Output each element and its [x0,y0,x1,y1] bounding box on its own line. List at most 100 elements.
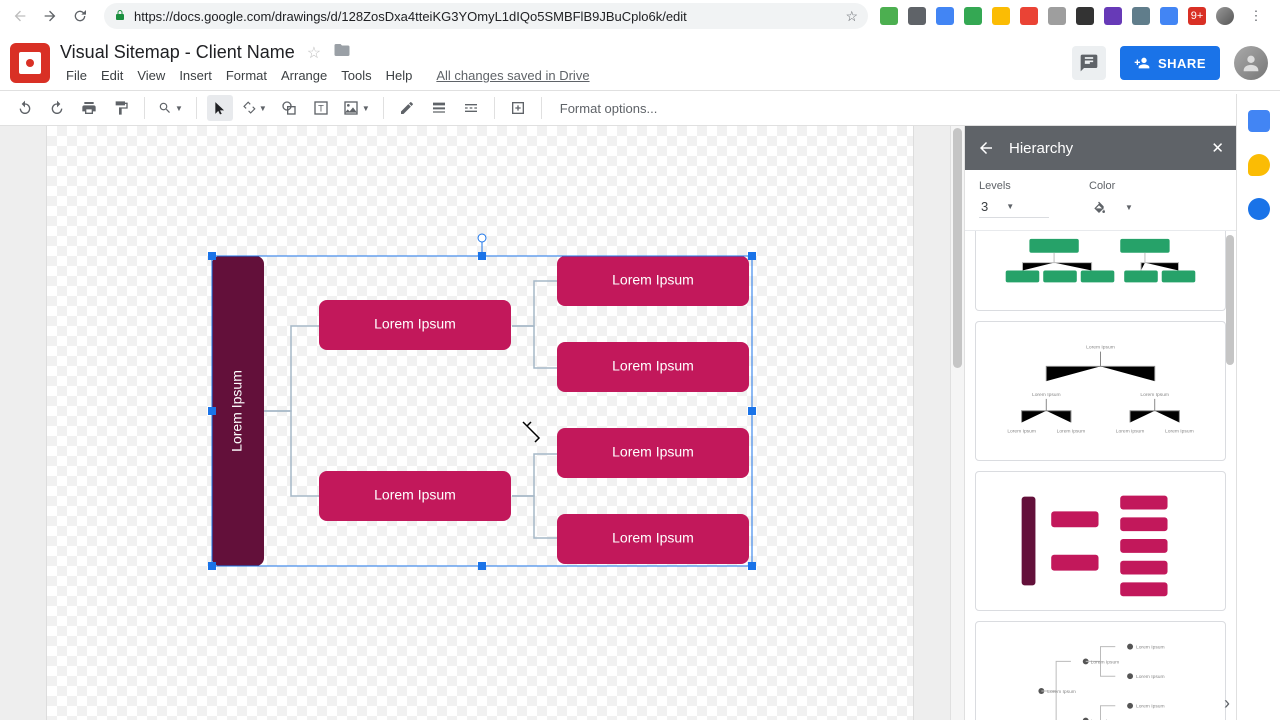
share-button[interactable]: SHARE [1120,46,1220,80]
levels-label: Levels [979,180,1049,192]
menu-format[interactable]: Format [220,66,273,85]
lock-icon [114,9,126,24]
account-avatar[interactable] [1234,46,1268,80]
zoom-button[interactable]: ▼ [155,95,186,121]
share-label: SHARE [1158,56,1206,71]
keep-icon[interactable] [1248,154,1270,176]
svg-text:T: T [318,103,324,113]
extension-icon[interactable] [992,7,1010,25]
line-weight-button[interactable] [426,95,452,121]
browser-menu-button[interactable]: ⋮ [1244,4,1268,28]
select-tool-button[interactable] [207,95,233,121]
image-button[interactable]: ▼ [340,95,373,121]
menu-bar: File Edit View Insert Format Arrange Too… [60,66,1062,85]
panel-title: Hierarchy [1009,140,1073,157]
svg-text:Lorem Ipsum: Lorem Ipsum [1007,428,1036,434]
shape-tool-button[interactable] [276,95,302,121]
extension-icon[interactable] [1076,7,1094,25]
color-label: Color [1089,180,1133,192]
extension-icon[interactable] [1132,7,1150,25]
folder-icon[interactable] [333,41,351,64]
hierarchy-panel: Hierarchy ✕ Levels 3▼ Color ▼ Lorem Ipsu… [964,126,1236,720]
menu-view[interactable]: View [131,66,171,85]
extension-icon[interactable] [1048,7,1066,25]
panel-back-button[interactable] [977,139,995,157]
line-color-button[interactable] [394,95,420,121]
tasks-icon[interactable] [1248,198,1270,220]
calendar-icon[interactable] [1248,110,1270,132]
svg-text:Lorem Ipsum: Lorem Ipsum [1136,645,1165,651]
color-select[interactable]: ▼ [1089,196,1133,218]
shape-m1-text: Lorem Ipsum [374,316,456,332]
template-thumb[interactable] [975,231,1226,311]
line-dash-button[interactable] [458,95,484,121]
format-options-button[interactable]: Format options... [552,101,666,116]
panel-next-button[interactable]: › [1224,693,1230,714]
extension-icons: 9+ ⋮ [880,4,1272,28]
template-list: Lorem Ipsum Lorem Ipsum Lorem Ipsum Lorem I… [965,231,1236,720]
app-header: Visual Sitemap - Client Name ☆ File Edit… [0,32,1280,90]
shape-r2-text: Lorem Ipsum [612,358,694,374]
extension-icon[interactable] [1020,7,1038,25]
levels-select[interactable]: 3▼ [979,196,1049,218]
extension-icon[interactable] [936,7,954,25]
extension-icon[interactable] [1104,7,1122,25]
profile-avatar-icon[interactable] [1216,7,1234,25]
document-title[interactable]: Visual Sitemap - Client Name [60,42,295,63]
nav-reload-button[interactable] [68,4,92,28]
svg-text:Lorem Ipsum: Lorem Ipsum [1136,674,1165,680]
svg-text:Lorem Ipsum: Lorem Ipsum [1091,659,1120,665]
extension-icon[interactable] [964,7,982,25]
extension-icon[interactable] [880,7,898,25]
comments-button[interactable] [1072,46,1106,80]
drawings-logo-icon[interactable] [10,43,50,83]
browser-chrome: https://docs.google.com/drawings/d/128Zo… [0,0,1280,32]
menu-insert[interactable]: Insert [173,66,218,85]
menu-edit[interactable]: Edit [95,66,129,85]
svg-text:Lorem Ipsum: Lorem Ipsum [1165,428,1194,434]
canvas[interactable]: Lorem Ipsum Lorem Ipsum Lorem Ipsum Lore… [0,126,964,720]
textbox-button[interactable]: T [308,95,334,121]
shape-root-text: Lorem Ipsum [229,370,245,452]
line-tool-button[interactable]: ▼ [239,95,270,121]
vertical-scrollbar[interactable] [950,126,964,720]
shape-m2-text: Lorem Ipsum [374,487,456,503]
drawing-page[interactable]: Lorem Ipsum Lorem Ipsum Lorem Ipsum Lore… [46,126,914,720]
svg-text:Lorem Ipsum: Lorem Ipsum [1086,345,1115,351]
toolbar: ▼ ▼ T ▼ Format options... [0,90,1280,126]
template-thumb[interactable]: Lorem Ipsum Lorem Ipsum Lorem Ipsum Lorem I… [975,621,1226,720]
panel-header: Hierarchy ✕ [965,126,1236,170]
template-thumb[interactable]: Lorem Ipsum Lorem Ipsum Lorem Ipsum Lorem I… [975,321,1226,461]
menu-file[interactable]: File [60,66,93,85]
more-button[interactable] [505,95,531,121]
undo-button[interactable] [12,95,38,121]
print-button[interactable] [76,95,102,121]
paint-format-button[interactable] [108,95,134,121]
redo-button[interactable] [44,95,70,121]
bookmark-star-icon[interactable]: ☆ [845,8,858,25]
extension-icon[interactable]: 9+ [1188,7,1206,25]
panel-scrollbar[interactable] [1224,231,1236,720]
template-thumb[interactable] [975,471,1226,611]
extension-icon[interactable] [908,7,926,25]
panel-close-button[interactable]: ✕ [1211,139,1224,157]
workspace: Lorem Ipsum Lorem Ipsum Lorem Ipsum Lore… [0,126,1236,720]
star-doc-icon[interactable]: ☆ [307,43,321,63]
shape-r1-text: Lorem Ipsum [612,272,694,288]
nav-forward-button[interactable] [38,4,62,28]
save-status[interactable]: All changes saved in Drive [430,66,595,85]
omnibox[interactable]: https://docs.google.com/drawings/d/128Zo… [104,3,868,29]
nav-back-button[interactable] [8,4,32,28]
right-rail [1236,94,1280,720]
svg-text:Lorem Ipsum: Lorem Ipsum [1057,428,1086,434]
menu-tools[interactable]: Tools [335,66,377,85]
person-add-icon [1134,55,1150,71]
extension-icon[interactable] [1160,7,1178,25]
shape-r3-text: Lorem Ipsum [612,444,694,460]
menu-arrange[interactable]: Arrange [275,66,333,85]
menu-help[interactable]: Help [380,66,419,85]
svg-text:Lorem Ipsum: Lorem Ipsum [1136,704,1165,710]
svg-text:Lorem Ipsum: Lorem Ipsum [1047,689,1076,695]
shape-r4-text: Lorem Ipsum [612,530,694,546]
paint-bucket-icon [1091,199,1107,215]
